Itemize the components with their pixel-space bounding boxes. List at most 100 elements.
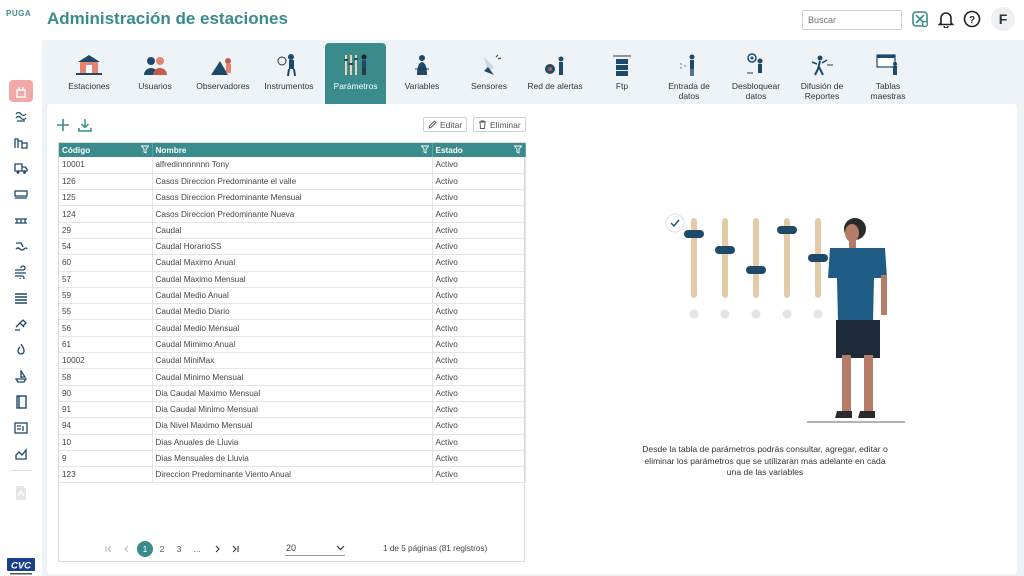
table-row[interactable]: 10001 alfredinnnnnnn Tony Activo bbox=[59, 157, 526, 174]
tab-entrada-de-datos[interactable]: Entrada de datos bbox=[657, 43, 721, 104]
table-row[interactable]: 58 Caudal Minimo Mensual Activo bbox=[59, 368, 526, 386]
sidebar-divider bbox=[10, 470, 32, 471]
page-2-button[interactable]: 2 bbox=[155, 542, 169, 556]
table-row[interactable]: 55 Caudal Medio Diario Activo bbox=[59, 303, 526, 321]
tab-parametros[interactable]: Parámetros bbox=[325, 43, 386, 104]
satellite-settings-icon[interactable] bbox=[910, 9, 930, 29]
data-entry-illustration-icon bbox=[669, 51, 709, 79]
tab-observadores[interactable]: Observadores bbox=[191, 43, 255, 104]
sidebar-item-truck[interactable] bbox=[9, 157, 33, 179]
tab-variables[interactable]: Variables bbox=[392, 43, 452, 104]
search-input[interactable] bbox=[802, 10, 902, 30]
sidebar-item-factory[interactable] bbox=[9, 131, 33, 153]
table-row[interactable]: 59 Caudal Medio Anual Activo bbox=[59, 287, 526, 305]
tab-estaciones[interactable]: Estaciones bbox=[57, 43, 121, 104]
sidebar-item-book[interactable] bbox=[9, 391, 33, 413]
sidebar-item-water[interactable] bbox=[9, 105, 33, 127]
book-icon bbox=[16, 395, 27, 409]
add-button[interactable] bbox=[54, 117, 72, 133]
filter-icon[interactable] bbox=[140, 145, 149, 156]
prev-page-button[interactable] bbox=[120, 542, 134, 556]
cell-nombre: Caudal Mimimo Anual bbox=[152, 336, 433, 354]
trash-icon bbox=[479, 120, 486, 129]
table-row[interactable]: 61 Caudal Mimimo Anual Activo bbox=[59, 336, 526, 354]
user-avatar[interactable]: F bbox=[991, 7, 1015, 31]
tab-desbloquear-datos[interactable]: Desbloquear datos bbox=[725, 43, 787, 104]
table-row[interactable]: 91 Dia Caudal Minimo Mensual Activo bbox=[59, 401, 526, 419]
page-size-select[interactable]: 20 bbox=[285, 540, 345, 556]
cell-nombre: Dias Mensuales de Lluvia bbox=[152, 450, 433, 468]
observers-illustration-icon bbox=[203, 51, 243, 79]
sidebar-item-bus[interactable] bbox=[9, 183, 33, 205]
table-row[interactable]: 90 Dia Caudal Maximo Mensual Activo bbox=[59, 385, 526, 402]
sidebar-item-report[interactable] bbox=[9, 417, 33, 439]
table-row[interactable]: 60 Caudal Maximo Anual Activo bbox=[59, 254, 526, 272]
sidebar-item-wind[interactable] bbox=[9, 261, 33, 283]
table-row[interactable]: 124 Casos Direccion Predominante Nueva Act… bbox=[59, 205, 526, 223]
cell-estado: Activo bbox=[432, 450, 526, 468]
tab-sensores[interactable]: Sensores bbox=[459, 43, 519, 104]
tab-ftp[interactable]: Ftp bbox=[593, 43, 651, 104]
download-button[interactable] bbox=[76, 117, 94, 133]
tab-tablas-maestras[interactable]: Tablas maestras bbox=[857, 43, 919, 104]
column-header-nombre[interactable]: Nombre bbox=[152, 143, 433, 157]
cell-nombre: Caudal Maximo Mensual bbox=[152, 271, 433, 288]
sidebar-item-boat[interactable] bbox=[9, 365, 33, 387]
help-icon[interactable]: ? bbox=[962, 9, 982, 29]
table-row[interactable]: 29 Caudal Activo bbox=[59, 222, 526, 239]
table-row[interactable]: 56 Caudal Medio Mensual Activo bbox=[59, 319, 526, 337]
sidebar-item-fire[interactable] bbox=[9, 339, 33, 361]
table-row[interactable]: 57 Caudal Maximo Mensual Activo bbox=[59, 271, 526, 288]
tab-difusion-de-reportes[interactable]: Difusión de Reportes bbox=[791, 43, 853, 104]
sidebar-item-bridge[interactable] bbox=[9, 209, 33, 231]
sidebar-item-layers[interactable] bbox=[9, 287, 33, 309]
table-row[interactable]: 10002 Caudal MiniMax Activo bbox=[59, 352, 526, 370]
tab-red-de-alertas[interactable]: Red de alertas bbox=[523, 43, 587, 104]
fire-icon bbox=[17, 343, 25, 355]
column-header-estado[interactable]: Estado bbox=[432, 143, 526, 157]
table-row[interactable]: 94 Dia Nivel Maximo Mensual Activo bbox=[59, 417, 526, 435]
slider-knob bbox=[715, 246, 735, 254]
table-row[interactable]: 9 Dias Mensuales de Lluvia Activo bbox=[59, 450, 526, 468]
tab-label: Desbloquear datos bbox=[731, 81, 781, 101]
tab-instrumentos[interactable]: Instrumentos bbox=[259, 43, 319, 104]
sidebar: CVC bbox=[0, 40, 40, 576]
sidebar-item-satellite[interactable] bbox=[9, 313, 33, 335]
table-row[interactable]: 123 Direccion Predominante Viento Anual Ac… bbox=[59, 466, 526, 484]
sidebar-item-flood[interactable] bbox=[9, 235, 33, 257]
cell-estado: Activo bbox=[432, 238, 526, 256]
table-row[interactable]: 10 Dias Anuales de Lluvia Activo bbox=[59, 434, 526, 451]
tab-label: Tablas maestras bbox=[870, 81, 906, 101]
table-row[interactable]: 125 Casos Direccion Predominante Mensual A… bbox=[59, 189, 526, 207]
cell-nombre: Caudal Medio Diario bbox=[152, 303, 433, 321]
module-tabs: Estaciones Usuarios Observadores Instrum… bbox=[47, 42, 1017, 104]
next-page-button[interactable] bbox=[210, 542, 224, 556]
sidebar-item-station[interactable] bbox=[9, 80, 33, 102]
first-page-button[interactable] bbox=[102, 542, 116, 556]
sidebar-item-chart[interactable] bbox=[9, 443, 33, 465]
tab-usuarios[interactable]: Usuarios bbox=[125, 43, 185, 104]
page-ellipsis[interactable]: ... bbox=[190, 542, 204, 556]
filter-icon[interactable] bbox=[420, 145, 429, 156]
filter-icon[interactable] bbox=[513, 145, 522, 156]
sidebar-item-pdf[interactable] bbox=[9, 482, 33, 504]
bell-icon[interactable] bbox=[936, 9, 956, 29]
table-row[interactable]: 54 Caudal HorarioSS Activo bbox=[59, 238, 526, 256]
alerts-illustration-icon bbox=[535, 51, 575, 79]
last-page-button[interactable] bbox=[228, 542, 242, 556]
cell-estado: Activo bbox=[432, 385, 526, 402]
tab-label: Difusión de Reportes bbox=[800, 81, 844, 101]
slider-dot bbox=[813, 309, 823, 319]
cell-codigo: 61 bbox=[59, 336, 153, 354]
cell-nombre: Dia Nivel Maximo Mensual bbox=[152, 417, 433, 435]
tab-label: Entrada de datos bbox=[668, 81, 710, 101]
delete-button[interactable]: Eliminar bbox=[473, 117, 526, 132]
column-header-codigo[interactable]: Código bbox=[59, 143, 153, 157]
app-logo: PUGA bbox=[6, 9, 32, 18]
cell-nombre: Dias Anuales de Lluvia bbox=[152, 434, 433, 451]
page-3-button[interactable]: 3 bbox=[172, 542, 186, 556]
page-1-button[interactable]: 1 bbox=[137, 541, 153, 557]
cell-estado: Activo bbox=[432, 319, 526, 337]
edit-button[interactable]: Editar bbox=[423, 117, 468, 132]
table-row[interactable]: 126 Casos Direccion Predominante el valle… bbox=[59, 173, 526, 191]
